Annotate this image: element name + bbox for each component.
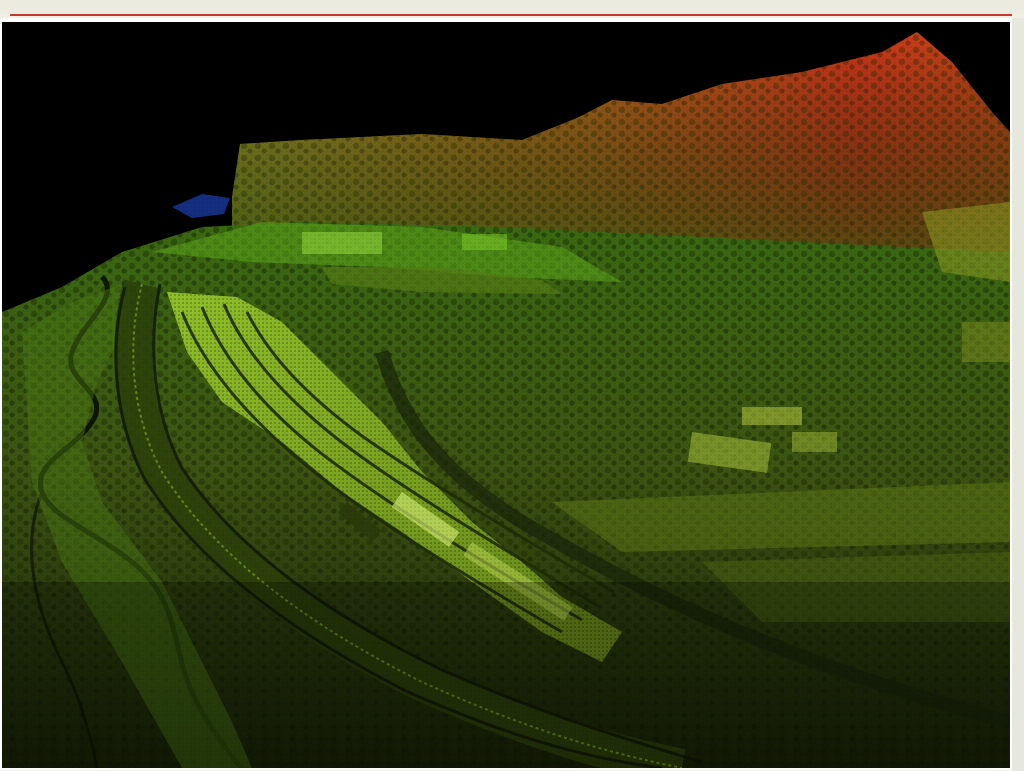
right-edge-strip [1012,18,1024,771]
lidar-image [2,22,1010,768]
accent-rule [10,14,1012,16]
top-band [0,0,1024,14]
lidar-point-cloud-render [2,22,1010,768]
